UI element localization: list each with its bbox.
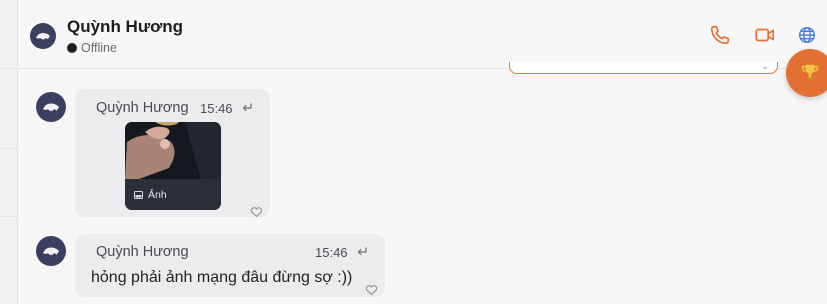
globe-icon[interactable]	[796, 24, 818, 46]
contact-name[interactable]: Quỳnh Hương	[67, 17, 183, 37]
sender-avatar[interactable]	[36, 92, 66, 122]
message-text: hỏng phải ảnh mạng đâu đừng sợ :))	[91, 269, 353, 286]
image-icon	[134, 190, 143, 199]
heart-icon[interactable]	[365, 284, 378, 296]
sender-avatar[interactable]	[36, 236, 66, 266]
message-bubble[interactable]: Quỳnh Hương 15:46 hỏng phải ảnh mạng đâu…	[75, 234, 385, 297]
sender-name: Quỳnh Hương	[96, 100, 189, 116]
divider	[0, 148, 18, 149]
trophy-icon	[801, 64, 819, 81]
chat-header: Quỳnh Hương Offline	[19, 0, 827, 69]
divider	[0, 216, 18, 217]
heart-icon[interactable]	[250, 206, 263, 218]
image-caption-bar: Ảnh	[125, 179, 221, 210]
left-panel-edge	[0, 0, 18, 304]
message-time: 15:46	[315, 245, 348, 260]
phone-icon[interactable]	[709, 24, 731, 46]
avatar[interactable]	[30, 23, 56, 49]
message-bubble[interactable]: Quỳnh Hương 15:46 Ảnh	[75, 89, 270, 218]
status-dot	[67, 43, 77, 53]
image-attachment[interactable]: Ảnh	[125, 122, 221, 210]
reply-icon[interactable]	[241, 102, 253, 114]
chevron-down-icon[interactable]: ⌄	[761, 61, 769, 72]
sender-name: Quỳnh Hương	[96, 244, 189, 260]
status-text: Offline	[81, 41, 117, 55]
photo-thumbnail	[125, 122, 221, 179]
pinned-message-banner[interactable]: ⌄	[509, 61, 778, 74]
divider	[0, 68, 18, 69]
message-time: 15:46	[200, 101, 233, 116]
reply-icon[interactable]	[356, 246, 368, 258]
trophy-button[interactable]	[786, 49, 827, 97]
image-caption: Ảnh	[148, 188, 167, 201]
presence-status: Offline	[67, 41, 117, 55]
video-call-icon[interactable]	[754, 24, 776, 46]
